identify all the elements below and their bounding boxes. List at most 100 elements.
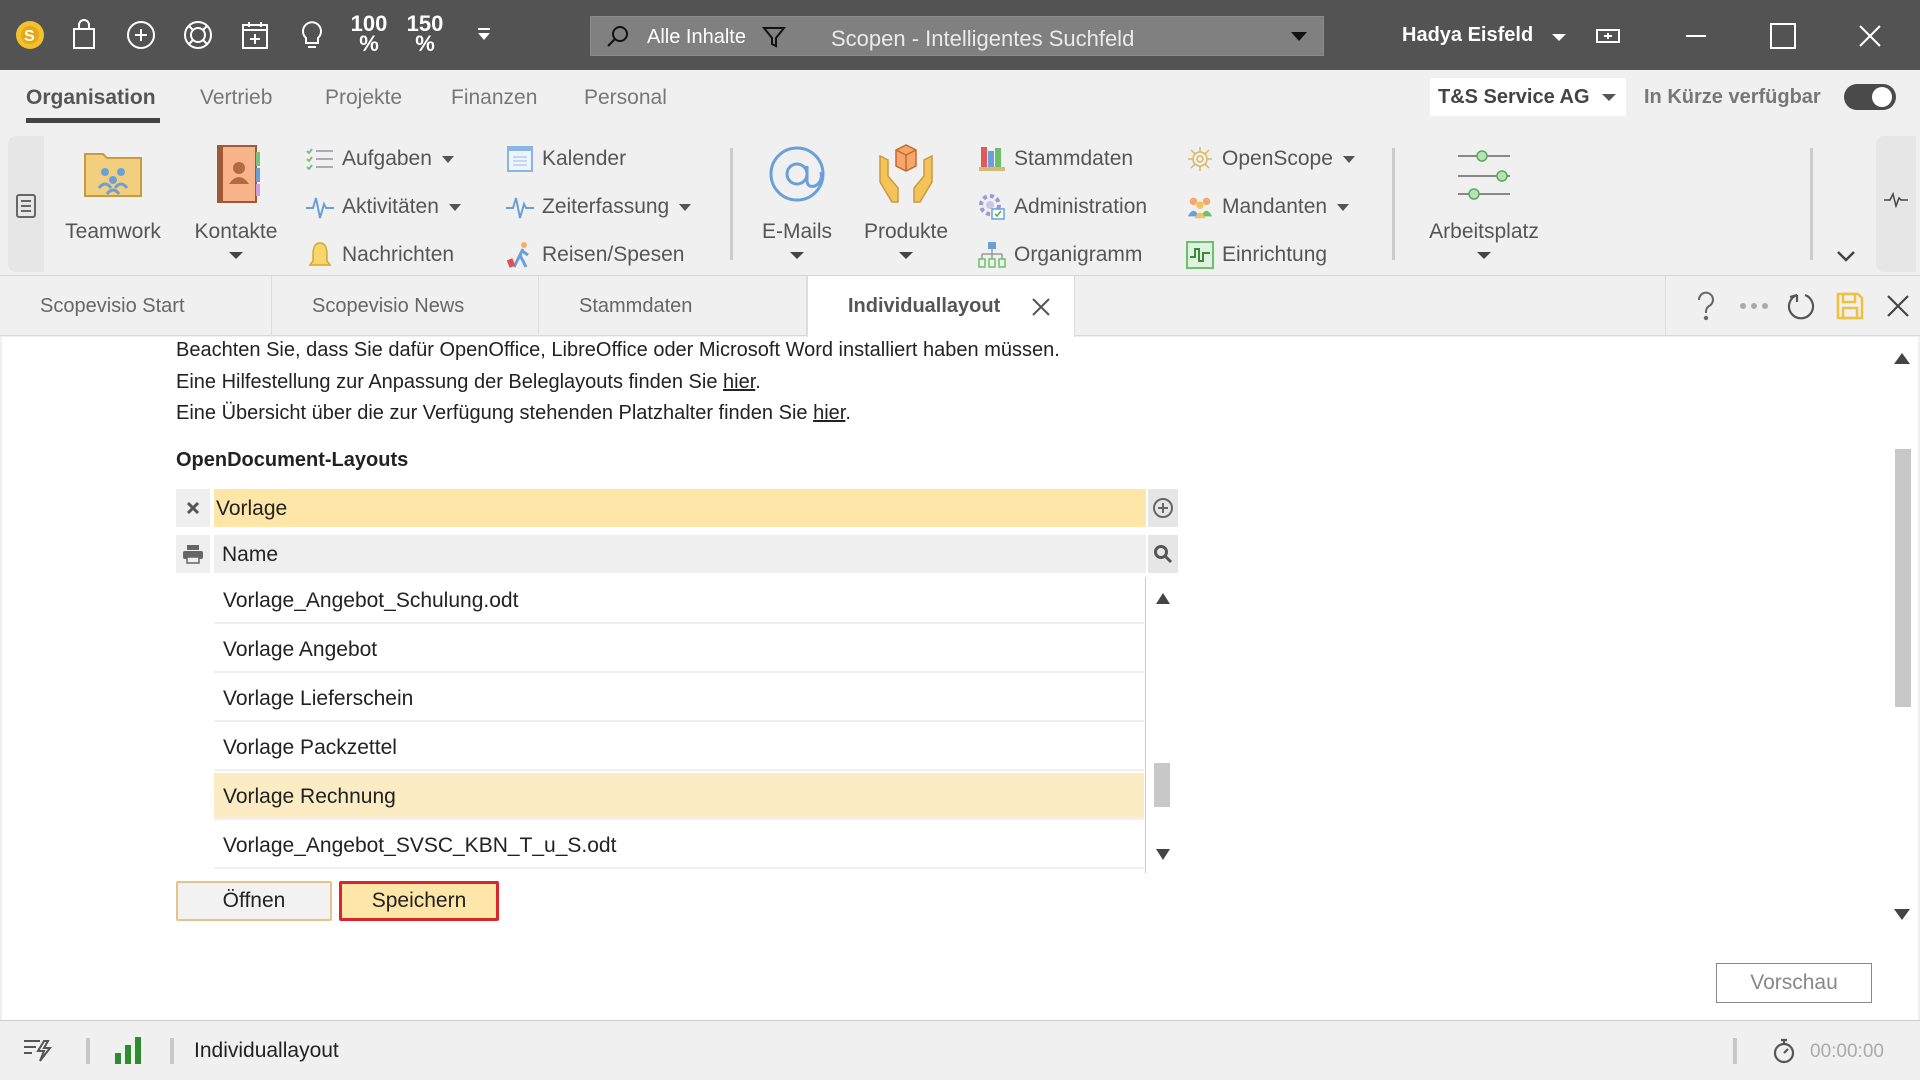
clients-group-icon — [1186, 193, 1214, 221]
scroll-up-icon[interactable] — [1894, 353, 1910, 364]
add-row-icon[interactable] — [1148, 489, 1178, 527]
maximize-button[interactable] — [1761, 14, 1805, 58]
zeiterfassung-button[interactable]: Zeiterfassung — [506, 190, 692, 224]
restore-window-icon[interactable] — [1586, 14, 1630, 58]
scroll-thumb[interactable] — [1154, 763, 1170, 807]
doc-tab-scopevisio-start[interactable]: Scopevisio Start — [0, 276, 272, 336]
ribbon: Teamwork Kontakte Aufgaben Aktivitäten N… — [0, 130, 1920, 276]
status-separator — [170, 1038, 174, 1064]
clear-filter-icon[interactable] — [176, 489, 210, 527]
preview-button[interactable]: Vorschau — [1716, 963, 1872, 1003]
quick-access-dropdown-icon[interactable] — [464, 15, 504, 55]
search-field[interactable]: Alle Inhalte Scopen - Intelligentes Such… — [590, 16, 1324, 56]
calendar-add-icon[interactable] — [235, 15, 275, 55]
aktivitaeten-dropdown-icon[interactable] — [448, 203, 461, 211]
aufgaben-button[interactable]: Aufgaben — [306, 142, 454, 176]
openscope-button[interactable]: OpenScope — [1186, 142, 1355, 176]
scopevisio-logo-icon[interactable]: S — [10, 15, 50, 55]
help-link[interactable]: hier — [723, 371, 755, 393]
save-icon[interactable] — [1834, 290, 1866, 322]
nachrichten-button[interactable]: Nachrichten — [306, 238, 454, 272]
help-icon[interactable] — [1690, 290, 1722, 322]
doc-tab-scopevisio-news[interactable]: Scopevisio News — [272, 276, 539, 336]
reisen-spesen-button[interactable]: Reisen/Spesen — [506, 238, 684, 272]
user-dropdown-icon[interactable] — [1552, 34, 1566, 41]
produkte-dropdown-icon[interactable] — [899, 252, 913, 259]
tab-organisation[interactable]: Organisation — [26, 86, 156, 110]
filter-icon[interactable] — [761, 24, 787, 50]
sidebar-toggle[interactable] — [8, 136, 44, 272]
produkte-button[interactable]: Produkte — [856, 142, 956, 259]
arbeitsplatz-button[interactable]: Arbeitsplatz — [1416, 142, 1552, 259]
close-window-button[interactable] — [1848, 14, 1892, 58]
close-icon[interactable] — [1882, 290, 1914, 322]
print-icon[interactable] — [176, 535, 210, 573]
minimize-button[interactable] — [1674, 14, 1718, 58]
close-tab-icon[interactable] — [1030, 296, 1052, 318]
scroll-down-icon[interactable] — [1156, 849, 1170, 860]
teamwork-button[interactable]: Teamwork — [60, 142, 166, 244]
list-item[interactable]: Vorlage Packzettel — [214, 724, 1144, 771]
tab-personal[interactable]: Personal — [584, 86, 667, 110]
doc-tab-stammdaten[interactable]: Stammdaten — [539, 276, 807, 336]
more-icon[interactable] — [1738, 290, 1770, 322]
column-header-name[interactable]: Name — [214, 535, 1146, 573]
aktivitaeten-button[interactable]: Aktivitäten — [306, 190, 461, 224]
tab-finanzen[interactable]: Finanzen — [451, 86, 537, 110]
emails-dropdown-icon[interactable] — [790, 252, 804, 259]
search-dropdown-icon[interactable] — [1291, 32, 1307, 41]
ribbon-collapse-icon[interactable] — [1834, 248, 1858, 266]
administration-label: Administration — [1014, 195, 1148, 218]
product-box-hands-icon — [879, 144, 933, 203]
coming-soon-toggle[interactable] — [1844, 84, 1896, 110]
scroll-thumb[interactable] — [1895, 449, 1911, 707]
einrichtung-button[interactable]: Einrichtung — [1186, 238, 1327, 272]
lifebuoy-icon[interactable] — [178, 15, 218, 55]
stopwatch-icon[interactable] — [1772, 1037, 1796, 1065]
zoom-150-button[interactable]: 150 % — [400, 13, 450, 55]
list-item[interactable]: Vorlage Angebot — [214, 626, 1144, 673]
shopping-bag-icon[interactable] — [64, 15, 104, 55]
openscope-dropdown-icon[interactable] — [1342, 155, 1355, 163]
kontakte-button[interactable]: Kontakte — [186, 142, 286, 259]
organigramm-button[interactable]: Organigramm — [978, 238, 1142, 272]
open-button[interactable]: Öffnen — [176, 881, 332, 921]
list-item[interactable]: Vorlage_Angebot_SVSC_KBN_T_u_S.odt — [214, 822, 1144, 869]
list-item-selected[interactable]: Vorlage Rechnung — [214, 773, 1144, 820]
info-text-2: Eine Hilfestellung zur Anpassung der Bel… — [176, 371, 761, 394]
kontakte-dropdown-icon[interactable] — [229, 252, 243, 259]
quick-actions-icon[interactable] — [22, 1037, 54, 1065]
emails-button[interactable]: E-Mails — [750, 142, 844, 259]
arbeitsplatz-dropdown-icon[interactable] — [1477, 252, 1491, 259]
list-item-name: Vorlage_Angebot_SVSC_KBN_T_u_S.odt — [223, 834, 617, 857]
mandanten-button[interactable]: Mandanten — [1186, 190, 1350, 224]
zoom-100-button[interactable]: 100 % — [344, 13, 394, 55]
list-item[interactable]: Vorlage Lieferschein — [214, 675, 1144, 722]
aufgaben-dropdown-icon[interactable] — [441, 155, 454, 163]
kalender-button[interactable]: Kalender — [506, 142, 626, 176]
openscope-label: OpenScope — [1222, 147, 1333, 170]
list-item[interactable]: Vorlage_Angebot_Schulung.odt — [214, 577, 1144, 624]
add-circle-icon[interactable] — [121, 15, 161, 55]
activity-panel-toggle[interactable] — [1876, 136, 1916, 272]
search-column-icon[interactable] — [1148, 535, 1178, 573]
refresh-icon[interactable] — [1786, 290, 1818, 322]
filter-input[interactable]: Vorlage — [214, 489, 1146, 527]
zeiterfassung-dropdown-icon[interactable] — [679, 203, 692, 211]
stammdaten-button[interactable]: Stammdaten — [978, 142, 1133, 176]
placeholder-link[interactable]: hier — [813, 402, 845, 424]
lightbulb-icon[interactable] — [292, 15, 332, 55]
save-button[interactable]: Speichern — [339, 881, 499, 921]
page-scrollbar[interactable] — [1888, 337, 1918, 1020]
search-scope[interactable]: Alle Inhalte — [647, 26, 746, 49]
doc-tab-individuallayout[interactable]: Individuallayout — [807, 276, 1075, 337]
list-scrollbar[interactable] — [1150, 577, 1178, 873]
administration-button[interactable]: Administration — [978, 190, 1147, 224]
user-menu[interactable]: Hadya Eisfeld — [1402, 24, 1533, 47]
tab-vertrieb[interactable]: Vertrieb — [200, 86, 272, 110]
tab-projekte[interactable]: Projekte — [325, 86, 402, 110]
company-select[interactable]: T&S Service AG — [1430, 78, 1626, 116]
scroll-up-icon[interactable] — [1156, 593, 1170, 604]
mandanten-dropdown-icon[interactable] — [1337, 203, 1350, 211]
scroll-down-icon[interactable] — [1894, 909, 1910, 920]
